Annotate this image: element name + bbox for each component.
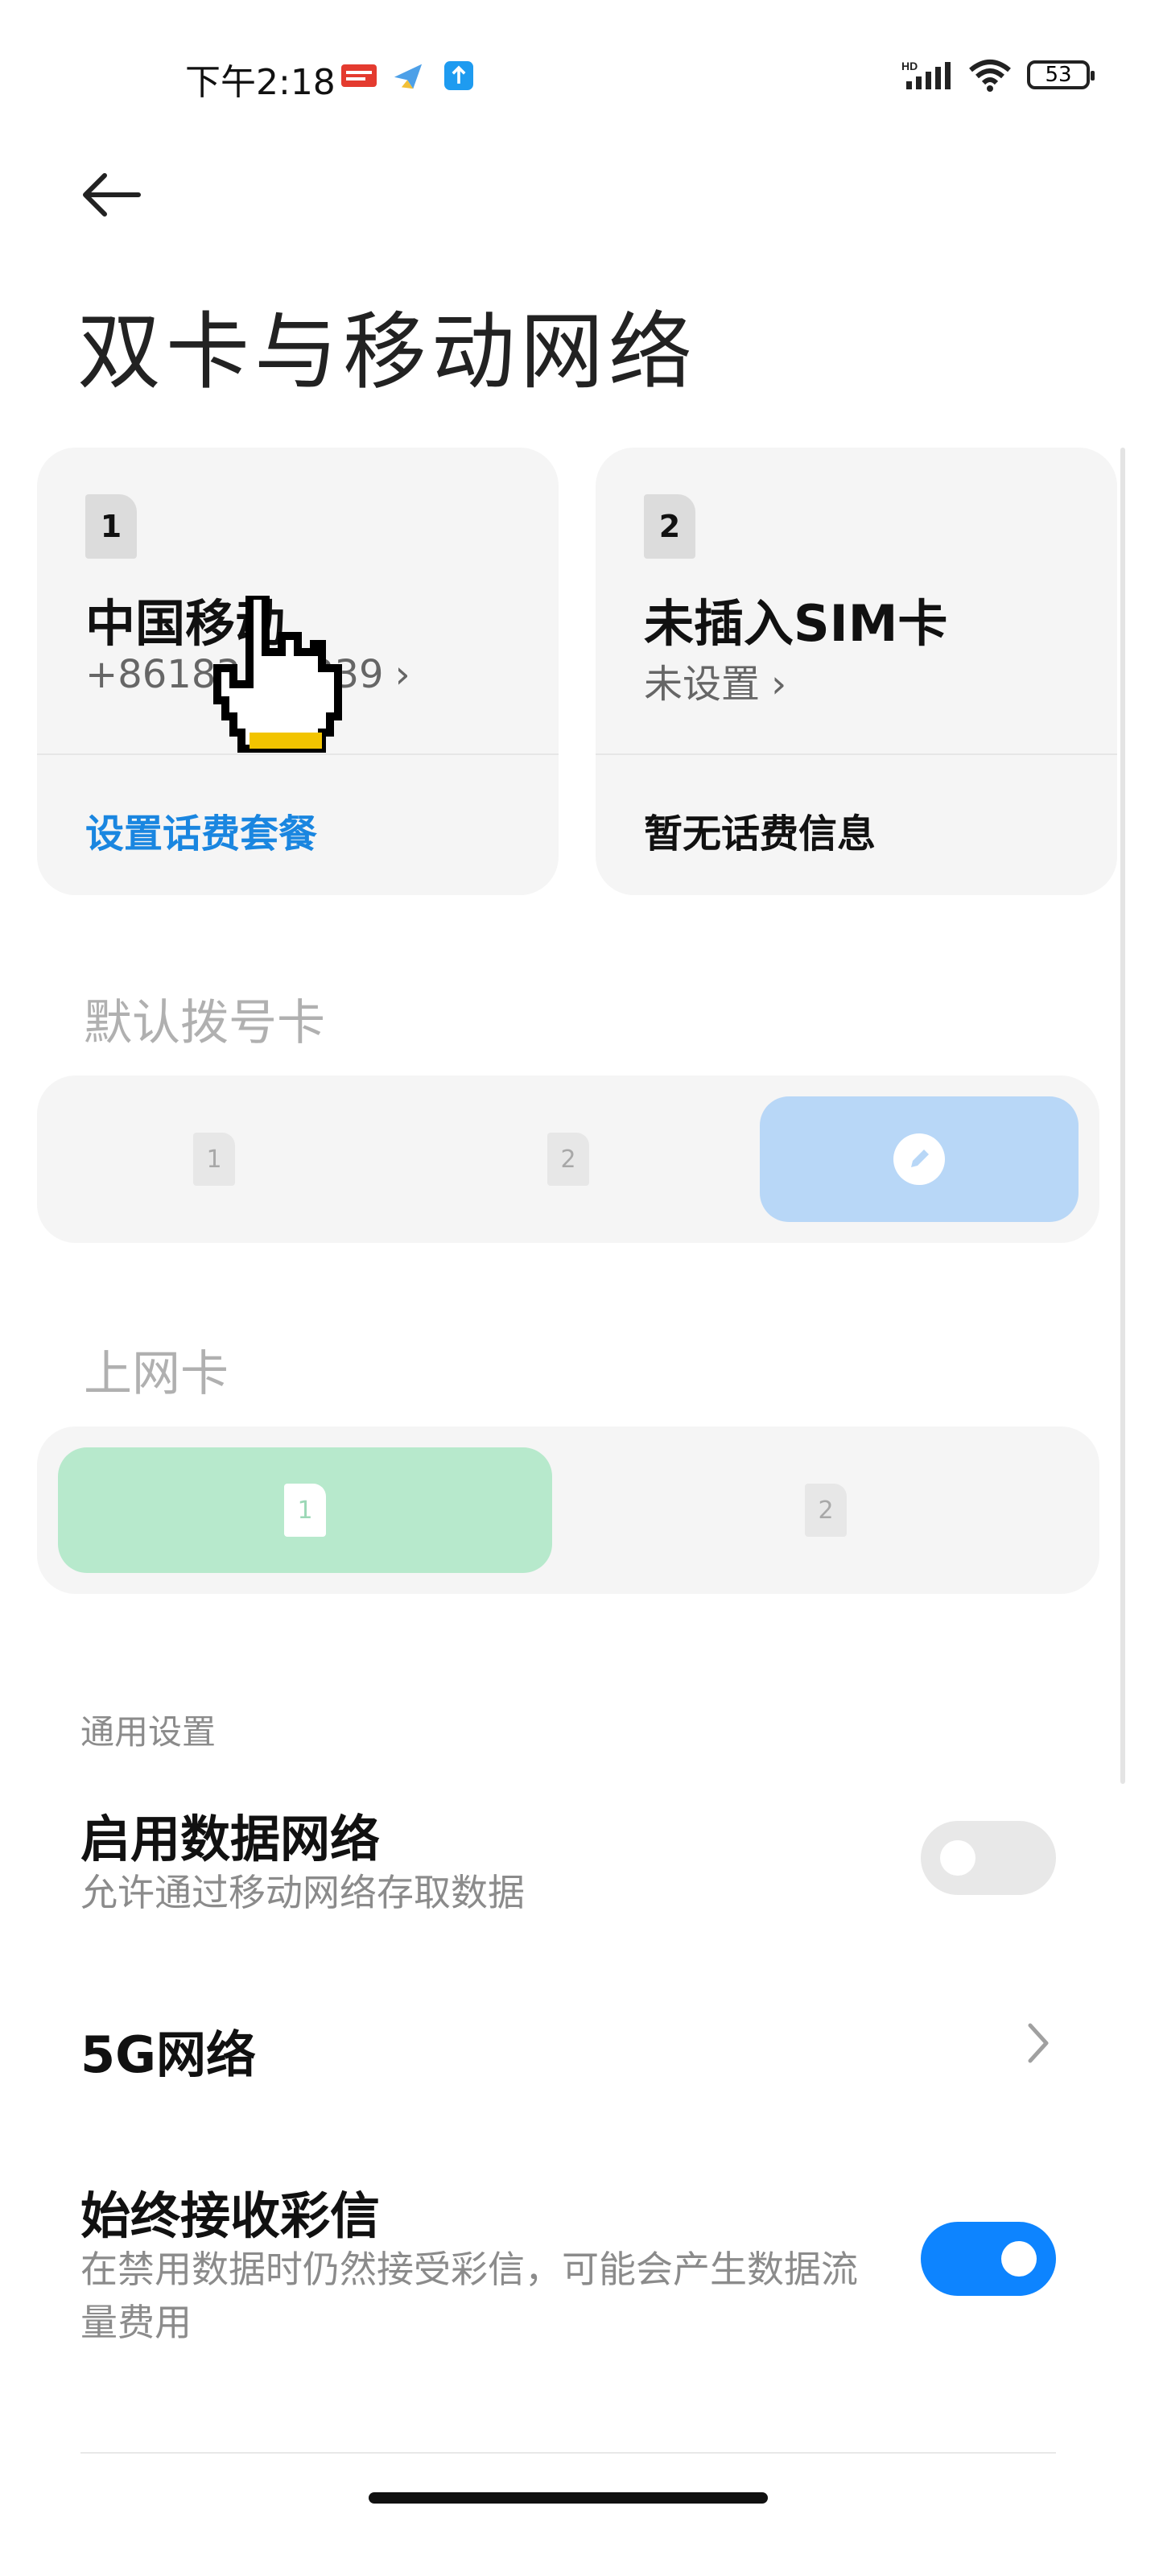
chevron-right-icon: › — [771, 662, 787, 707]
mms-toggle[interactable] — [921, 2222, 1056, 2296]
enable-data-toggle[interactable] — [921, 1821, 1056, 1895]
general-settings-label: 通用设置 — [80, 1712, 217, 1752]
sim-slot-badge: 2 — [644, 494, 695, 559]
data-option-sim2[interactable]: 2 — [568, 1447, 1083, 1573]
hd-label: HD — [901, 60, 918, 72]
page-title: 双卡与移动网络 — [77, 303, 698, 401]
battery-level: 53 — [1045, 63, 1072, 87]
sim-number-row[interactable]: 未设置 › — [644, 652, 786, 708]
sim-carrier-name: 未插入SIM卡 — [644, 594, 948, 653]
sim-2-icon: 2 — [547, 1133, 589, 1186]
divider — [596, 753, 1117, 755]
divider — [80, 2452, 1056, 2454]
data-sim-title: 上网卡 — [84, 1346, 229, 1402]
hand-cursor-icon — [213, 596, 342, 753]
5g-network-title: 5G网络 — [80, 2025, 257, 2084]
mms-subtitle: 在禁用数据时仍然接受彩信，可能会产生数据流量费用 — [80, 2248, 858, 2344]
default-dial-selector: 1 2 — [37, 1075, 1099, 1243]
status-time: 下午2:18 — [185, 62, 336, 103]
scroll-indicator — [1120, 448, 1125, 1784]
edit-icon — [893, 1133, 945, 1185]
chevron-right-icon — [1028, 2023, 1049, 2063]
back-arrow-icon[interactable] — [77, 161, 145, 229]
sim-card-2[interactable]: 2 未插入SIM卡 未设置 › 暂无话费信息 — [596, 448, 1117, 895]
mms-title: 始终接收彩信 — [80, 2186, 381, 2245]
set-plan-link[interactable]: 设置话费套餐 — [85, 802, 317, 858]
dial-option-ask[interactable] — [760, 1096, 1079, 1222]
home-indicator[interactable] — [369, 2492, 768, 2504]
battery-indicator: 53 — [1027, 60, 1095, 89]
data-option-sim1[interactable]: 1 — [58, 1447, 552, 1573]
sim-2-icon: 2 — [805, 1484, 847, 1537]
dial-option-sim2[interactable]: 2 — [391, 1096, 745, 1222]
default-dial-title: 默认拨号卡 — [84, 995, 325, 1051]
plane-app-icon — [394, 64, 423, 89]
sim-1-icon: 1 — [284, 1484, 326, 1537]
wifi-icon — [969, 60, 1011, 92]
status-right: HD 53 — [901, 56, 1095, 93]
enable-data-subtitle: 允许通过移动网络存取数据 — [80, 1871, 525, 1914]
status-bar: 下午2:18 HD 53 — [0, 0, 1159, 121]
signal-icon: HD — [901, 60, 951, 89]
toutiao-icon — [341, 64, 377, 87]
no-billing-info: 暂无话费信息 — [644, 811, 876, 857]
sim-number: 未设置 — [644, 662, 761, 707]
sim-slot-badge: 1 — [85, 494, 137, 559]
dial-option-sim1[interactable]: 1 — [37, 1096, 391, 1222]
enable-data-title: 启用数据网络 — [80, 1810, 381, 1868]
chevron-right-icon: › — [394, 652, 410, 697]
upload-app-icon — [444, 61, 473, 90]
sim-1-icon: 1 — [193, 1133, 235, 1186]
data-sim-selector: 1 2 — [37, 1426, 1099, 1594]
